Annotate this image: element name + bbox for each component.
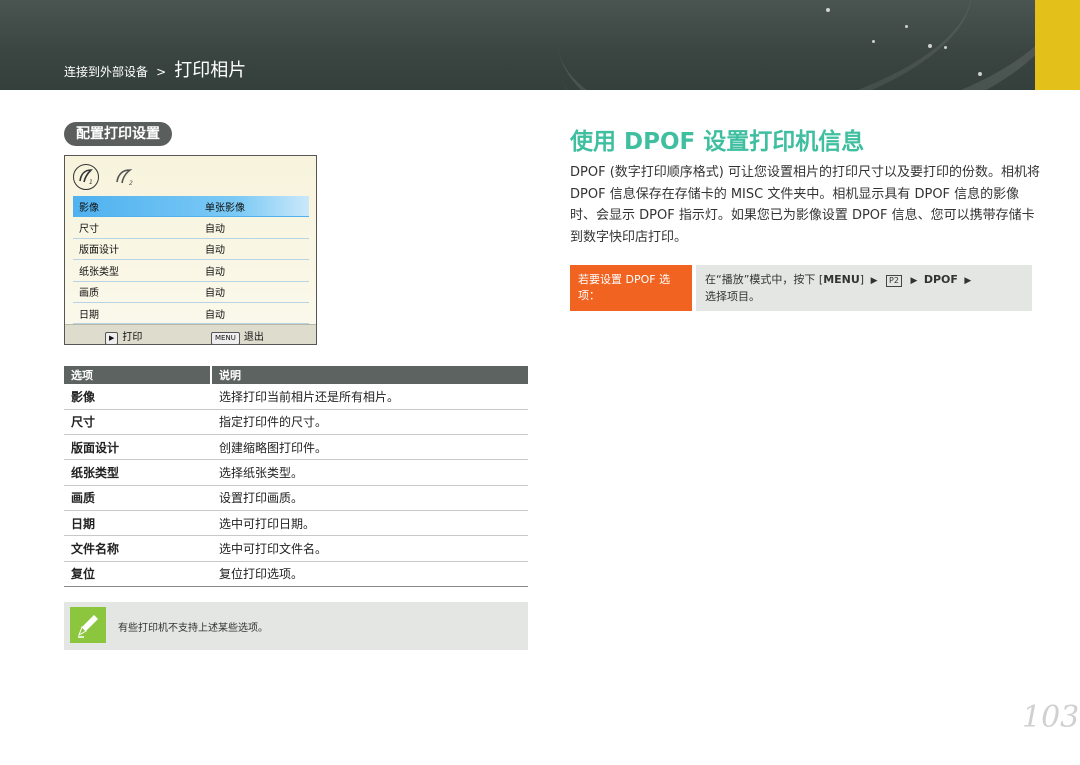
option-description: 选择纸张类型。 [211, 459, 528, 486]
option-name: 日期 [64, 510, 211, 537]
camera-setting-value: 自动 [205, 224, 225, 236]
option-name: 版面设计 [64, 434, 211, 461]
table-header-option: 选项 [64, 366, 211, 384]
header-banner: 连接到外部设备 > 打印相片 [0, 0, 1035, 90]
camera-setting-value: 自动 [205, 245, 225, 257]
section-title: 配置打印设置 [64, 122, 172, 146]
tip-label: 若要设置 DPOF 选项： [570, 265, 692, 311]
tip-text: 选择项目。 [705, 290, 760, 303]
camera-setting-row[interactable]: 日期 自动 [73, 303, 309, 325]
table-row: 画质 设置打印画质。 [64, 485, 528, 511]
option-description: 设置打印画质。 [211, 485, 528, 511]
banner-sparkle [928, 44, 932, 48]
breadcrumb: 连接到外部设备 > 打印相片 [64, 56, 246, 82]
option-description: 复位打印选项。 [211, 561, 528, 587]
camera-setting-key: 尺寸 [79, 224, 99, 236]
arrow-right-icon: ▶ [870, 276, 878, 286]
table-header-row: 选项 说明 [64, 366, 528, 384]
option-name: 纸张类型 [64, 459, 211, 486]
menu-key-icon: MENU [211, 332, 240, 345]
svg-text:1: 1 [89, 179, 93, 186]
banner-sparkle [872, 40, 875, 43]
print-setting-1-icon: 1 [73, 164, 99, 190]
breadcrumb-parent[interactable]: 连接到外部设备 [64, 65, 148, 79]
tip-text: 在“播放”模式中，按下 [ [705, 273, 824, 286]
banner-sparkle [826, 8, 830, 12]
camera-setting-value: 单张影像 [205, 202, 245, 214]
pen-note-icon [70, 607, 106, 643]
breadcrumb-separator: > [156, 65, 167, 79]
option-description: 创建缩略图打印件。 [211, 434, 528, 461]
option-description: 选中可打印日期。 [211, 510, 528, 537]
tip-instructions: 在“播放”模式中，按下 [MENU] ▶ P2 ▶ DPOF ▶ 选择项目。 [696, 265, 1032, 311]
intro-paragraph: DPOF (数字打印顺序格式) 可让您设置相片的打印尺寸以及要打印的份数。相机将… [570, 165, 1040, 245]
pen-note-icon-glyph [78, 615, 98, 638]
camera-setting-row[interactable]: 版面设计 自动 [73, 239, 309, 261]
page-number: 103 [1022, 700, 1080, 735]
table-row: 纸张类型 选择纸张类型。 [64, 459, 528, 486]
arrow-right-icon: ▶ [910, 276, 918, 286]
banner-sparkle [905, 25, 908, 28]
option-name: 文件名称 [64, 535, 211, 562]
camera-setting-key: 影像 [79, 202, 99, 214]
camera-screen-header: 1 2 [65, 156, 316, 196]
camera-setting-row[interactable]: 尺寸 自动 [73, 217, 309, 239]
camera-setting-value: 自动 [205, 309, 225, 321]
exit-hint: MENU 退出 [211, 328, 264, 345]
banner-sparkle [978, 72, 982, 76]
print-setting-2-icon: 2 [113, 164, 137, 193]
camera-setting-key: 纸张类型 [79, 266, 119, 278]
table-row: 文件名称 选中可打印文件名。 [64, 535, 528, 562]
camera-setting-row[interactable]: 纸张类型 自动 [73, 260, 309, 282]
table-row: 复位 复位打印选项。 [64, 561, 528, 587]
arrow-right-icon: ▶ [964, 276, 972, 286]
exit-hint-label: 退出 [243, 332, 264, 343]
dpof-label: DPOF [923, 273, 958, 286]
camera-setting-key: 画质 [79, 288, 99, 300]
print-setting-1-icon-glyph: 1 [79, 169, 93, 186]
tip-text: ] [859, 273, 865, 286]
camera-screen: 1 2 影像 单张影像 尺寸 自动 版面设计 自动 纸张类型 自动 画质 自动 … [64, 155, 317, 345]
menu-key-label: MENU [823, 273, 860, 286]
camera-setting-row[interactable]: 画质 自动 [73, 282, 309, 303]
note-box: 有些打印机不支持上述某些选项。 [64, 602, 528, 650]
camera-setting-row[interactable]: 影像 单张影像 [73, 196, 309, 218]
camera-screen-footer: ▶ 打印 MENU 退出 [65, 324, 316, 345]
note-text: 有些打印机不支持上述某些选项。 [118, 623, 268, 634]
table-row: 日期 选中可打印日期。 [64, 510, 528, 537]
option-name: 画质 [64, 485, 211, 511]
table-header-description: 说明 [210, 366, 528, 384]
camera-setting-key: 版面设计 [79, 245, 119, 257]
camera-setting-value: 自动 [205, 288, 225, 300]
camera-settings-list: 影像 单张影像 尺寸 自动 版面设计 自动 纸张类型 自动 画质 自动 日期 自… [73, 196, 309, 325]
banner-sparkle [944, 46, 947, 49]
option-name: 复位 [64, 561, 211, 587]
options-table: 选项 说明 影像 选择打印当前相片还是所有相片。 尺寸 指定打印件的尺寸。 版面设计… [64, 366, 528, 587]
option-description: 选中可打印文件名。 [211, 535, 528, 562]
breadcrumb-current: 打印相片 [174, 60, 247, 81]
table-row: 尺寸 指定打印件的尺寸。 [64, 409, 528, 436]
page-title: 使用 DPOF 设置打印机信息 [570, 129, 865, 155]
camera-setting-value: 自动 [205, 266, 225, 278]
chapter-tab [1035, 0, 1080, 90]
print-setting-2-icon-glyph: 2 [116, 169, 133, 187]
print-setting-2-icon: P2 [886, 275, 902, 287]
print-hint: ▶ 打印 [105, 328, 142, 345]
option-name: 影像 [64, 384, 211, 410]
playback-key-icon: ▶ [105, 332, 119, 345]
table-row: 版面设计 创建缩略图打印件。 [64, 434, 528, 461]
table-row: 影像 选择打印当前相片还是所有相片。 [64, 384, 528, 410]
option-description: 指定打印件的尺寸。 [211, 409, 528, 436]
print-hint-label: 打印 [122, 332, 143, 343]
camera-setting-key: 日期 [79, 309, 99, 321]
option-description: 选择打印当前相片还是所有相片。 [211, 384, 528, 410]
svg-text:2: 2 [129, 180, 133, 187]
option-name: 尺寸 [64, 409, 211, 436]
